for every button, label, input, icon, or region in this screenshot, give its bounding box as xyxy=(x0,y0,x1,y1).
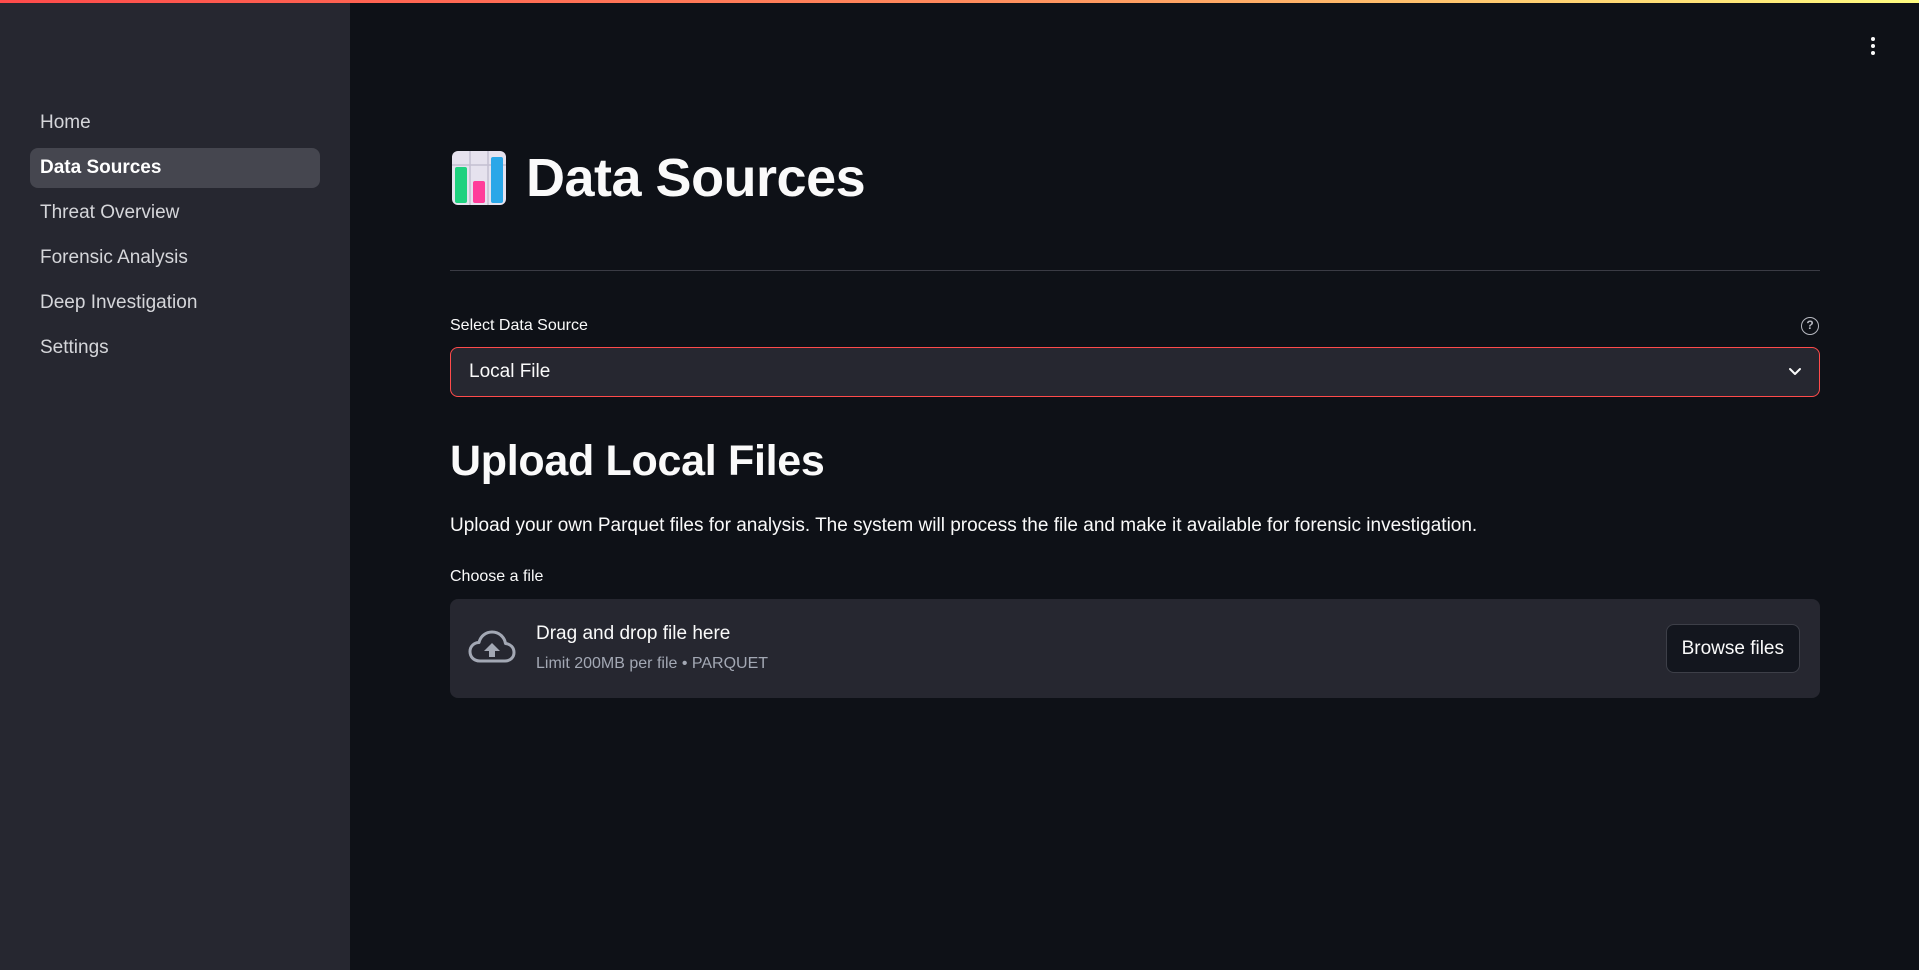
select-value: Local File xyxy=(469,361,551,382)
top-decoration-bar xyxy=(0,0,1919,3)
file-uploader-label: Choose a file xyxy=(450,568,544,585)
drop-title: Drag and drop file here xyxy=(536,623,731,644)
question-circle-icon[interactable]: ? xyxy=(1801,317,1819,335)
data-source-select[interactable]: Local File xyxy=(450,347,1820,397)
bar-chart-icon xyxy=(452,151,506,205)
sidebar-item-deep-investigation[interactable]: Deep Investigation xyxy=(30,283,320,323)
sidebar-item-home[interactable]: Home xyxy=(30,103,320,143)
section-description: Upload your own Parquet files for analys… xyxy=(450,515,1478,536)
chevron-down-icon xyxy=(1789,368,1801,375)
more-vertical-icon[interactable] xyxy=(1860,30,1886,62)
sidebar-item-forensic-analysis[interactable]: Forensic Analysis xyxy=(30,238,320,278)
sidebar-item-threat-overview[interactable]: Threat Overview xyxy=(30,193,320,233)
divider xyxy=(450,270,1820,271)
file-dropzone[interactable]: Drag and drop file here Limit 200MB per … xyxy=(450,599,1820,698)
page-header: Data Sources xyxy=(450,145,866,211)
sidebar-item-data-sources[interactable]: Data Sources xyxy=(30,148,320,188)
browse-files-button[interactable]: Browse files xyxy=(1665,624,1800,673)
sidebar-nav: Home Data Sources Threat Overview Forens… xyxy=(30,103,320,373)
sidebar-item-settings[interactable]: Settings xyxy=(30,328,320,368)
section-title: Upload Local Files xyxy=(450,437,825,485)
page-title: Data Sources xyxy=(526,148,866,208)
sidebar: Home Data Sources Threat Overview Forens… xyxy=(0,0,350,970)
cloud-upload-icon xyxy=(468,630,516,663)
select-label: Select Data Source xyxy=(450,317,588,334)
drop-limit-text: Limit 200MB per file • PARQUET xyxy=(536,655,769,672)
